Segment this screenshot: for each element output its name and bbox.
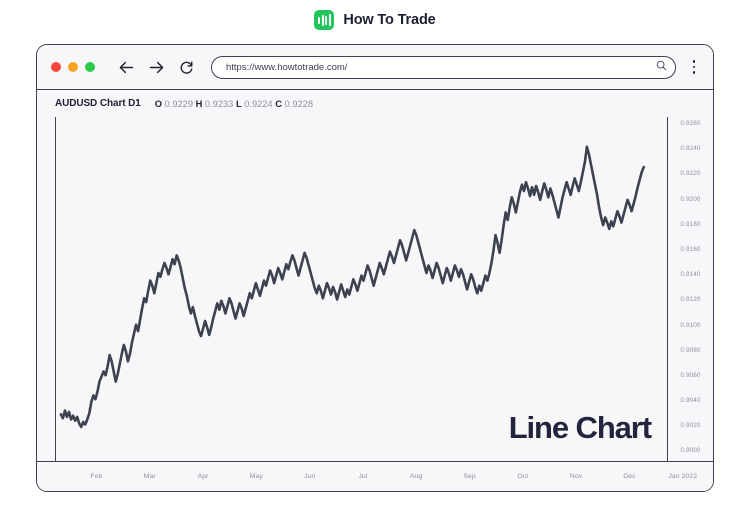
window-maximize-button[interactable]: [85, 62, 95, 72]
chart-body: Line Chart 0.9260 0.9240 0.9220 0.9200 0.918…: [37, 117, 713, 461]
plot-area[interactable]: Line Chart: [55, 117, 667, 461]
time-tick-label: Feb: [90, 473, 103, 480]
ohlc-open-value: 0.9229: [164, 98, 193, 109]
time-tick-label: Aug: [410, 473, 423, 480]
time-tick-label: Jan 2022: [668, 473, 698, 480]
price-tick-label: 0.9240: [680, 145, 701, 153]
search-icon[interactable]: [656, 58, 667, 76]
price-tick-label: 0.9180: [680, 220, 701, 228]
price-tick-label: 0.9160: [680, 245, 701, 253]
time-axis-ticks: Feb Mar Apr May Jun Jul Aug Sep Oct Nov Dec Jan 202…: [55, 462, 713, 491]
time-tick-label: Sep: [463, 473, 476, 480]
chart-header: AUDUSD Chart D1 O 0.9229 H 0.9233 L 0.92…: [37, 90, 713, 117]
browser-toolbar: https://www.howtotrade.com/: [37, 45, 713, 90]
price-tick-label: 0.9060: [680, 371, 701, 379]
window-minimize-button[interactable]: [68, 62, 78, 72]
time-tick-label: Mar: [143, 473, 156, 480]
kebab-menu-icon[interactable]: [686, 56, 702, 78]
price-tick-label: 0.9140: [680, 271, 701, 279]
time-tick-label: Oct: [517, 473, 529, 480]
ohlc-close-label: C: [275, 98, 282, 109]
time-tick-label: May: [249, 473, 263, 480]
price-tick-label: 0.9200: [680, 195, 701, 203]
ohlc-readout: O 0.9229 H 0.9233 L 0.9224 C 0.9228: [155, 99, 313, 109]
brand-name: How To Trade: [343, 12, 436, 28]
ohlc-open-label: O: [154, 98, 162, 109]
brand-bar: How To Trade: [0, 0, 750, 40]
window-close-button[interactable]: [51, 62, 61, 72]
page-content: AUDUSD Chart D1 O 0.9229 H 0.9233 L 0.92…: [37, 90, 713, 491]
chart-symbol-title: AUDUSD Chart D1: [55, 98, 141, 109]
ohlc-low-value: 0.9224: [244, 98, 273, 109]
watermark-label: Line Chart: [508, 410, 652, 445]
ohlc-high-label: H: [195, 98, 203, 109]
arrow-left-icon[interactable]: [115, 56, 137, 78]
price-axis: 0.9260 0.9240 0.9220 0.9200 0.9180 0.9160 0.91…: [667, 117, 713, 461]
price-tick-label: 0.9220: [680, 170, 701, 178]
ohlc-low-label: L: [235, 98, 242, 109]
price-tick-label: 0.9080: [680, 346, 701, 354]
price-tick-label: 0.9020: [680, 422, 701, 430]
url-bar[interactable]: https://www.howtotrade.com/: [211, 55, 676, 79]
time-tick-label: Nov: [569, 473, 583, 480]
browser-window: https://www.howtotrade.com/ AUDUSD Chart…: [36, 44, 714, 492]
price-tick-label: 0.9000: [680, 447, 701, 455]
url-input[interactable]: https://www.howtotrade.com/: [226, 62, 656, 73]
price-tick-label: 0.9040: [680, 397, 701, 405]
traffic-lights: [51, 62, 95, 72]
price-tick-label: 0.9260: [680, 120, 701, 127]
ohlc-high-value: 0.9233: [204, 98, 234, 109]
price-tick-label: 0.9120: [680, 296, 701, 304]
time-tick-label: Apr: [197, 473, 209, 480]
price-tick-label: 0.9100: [680, 321, 701, 329]
time-tick-label: Jul: [358, 473, 368, 480]
time-axis: Feb Mar Apr May Jun Jul Aug Sep Oct Nov Dec Jan 202…: [37, 461, 713, 491]
bar-chart-logo-icon: [314, 10, 335, 30]
reload-icon[interactable]: [175, 56, 197, 78]
time-tick-label: Dec: [623, 473, 636, 480]
arrow-right-icon[interactable]: [145, 56, 167, 78]
ohlc-close-value: 0.9228: [284, 98, 313, 109]
time-tick-label: Jun: [304, 473, 316, 480]
